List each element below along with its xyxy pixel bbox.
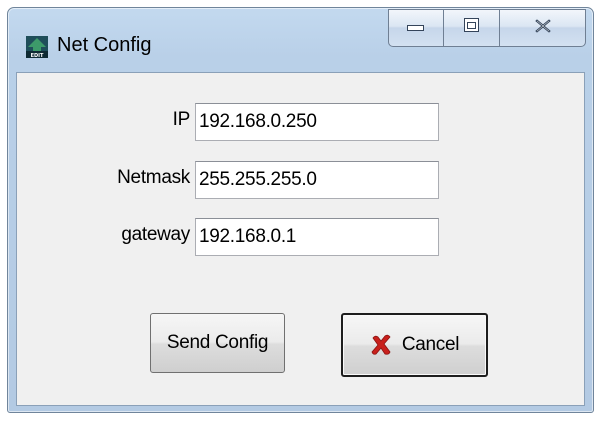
minimize-icon (407, 19, 425, 37)
send-config-button[interactable]: Send Config (150, 313, 285, 373)
cancel-label: Cancel (401, 334, 460, 355)
netmask-field[interactable] (195, 161, 439, 199)
caption-buttons (388, 9, 588, 49)
ip-label: IP (172, 109, 191, 130)
dialog-body: IP Netmask gateway Send Config (16, 72, 585, 406)
send-config-label: Send Config (166, 332, 269, 353)
close-icon (534, 18, 551, 38)
close-button[interactable] (500, 9, 586, 47)
netmask-label: Netmask (117, 167, 190, 188)
ip-field[interactable] (195, 103, 439, 141)
gateway-label: gateway (121, 224, 190, 245)
minimize-button[interactable] (388, 9, 444, 47)
gateway-row: gateway (17, 218, 586, 258)
title-bar[interactable]: EDIT Net Config (8, 8, 593, 72)
net-config-window: EDIT Net Config IP 192.168.0.250 Netmask… (7, 7, 594, 413)
svg-text:EDIT: EDIT (31, 53, 44, 58)
gateway-field[interactable] (195, 218, 439, 256)
red-x-icon (370, 334, 392, 356)
app-icon: EDIT (26, 36, 48, 59)
netmask-row: Netmask (17, 161, 586, 201)
cancel-button[interactable]: Cancel (341, 313, 488, 377)
ip-row: IP (17, 103, 586, 143)
maximize-button[interactable] (444, 9, 500, 47)
maximize-icon (463, 18, 480, 38)
window-title: Net Config (57, 34, 152, 56)
